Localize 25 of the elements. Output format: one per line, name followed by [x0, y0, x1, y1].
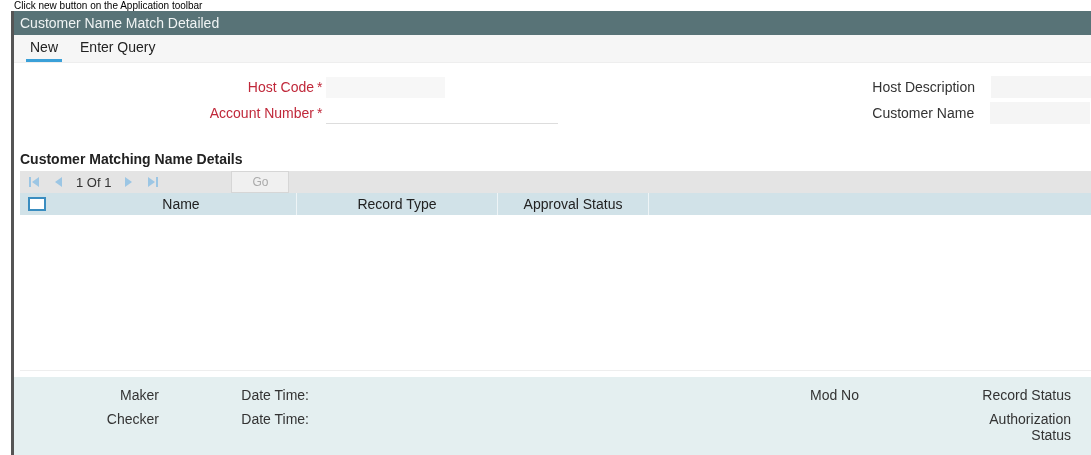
column-header[interactable]: Name: [66, 193, 297, 215]
section-title: Customer Matching Name Details: [19, 151, 244, 169]
window-title: Customer Name Match Detailed: [14, 11, 1091, 35]
field-label: Customer Name: [872, 105, 975, 121]
column-header[interactable]: Approval Status: [498, 193, 649, 215]
toolbar-tab[interactable]: New: [26, 39, 62, 62]
audit-label: Mod No: [808, 387, 860, 403]
caption-text: Click new button on the Application toolbar: [13, 0, 204, 11]
audit-label: Checker: [105, 411, 159, 429]
audit-label: Record Status: [981, 387, 1072, 403]
field-label: Account Number: [208, 105, 314, 121]
required-mark: *: [317, 105, 323, 121]
select-all-checkbox[interactable]: [28, 197, 46, 211]
field-label: Host Description: [872, 79, 975, 95]
field-label: Host Code: [246, 79, 314, 95]
toolbar-tab[interactable]: Enter Query: [76, 39, 160, 62]
audit-label: Date Time:: [240, 411, 310, 429]
audit-label: Maker: [119, 387, 159, 403]
column-header[interactable]: Record Type: [297, 193, 498, 215]
last-page-icon[interactable]: [147, 176, 160, 188]
required-mark: *: [317, 79, 323, 95]
first-page-icon[interactable]: [28, 176, 40, 188]
audit-label: Date Time:: [240, 387, 310, 403]
page-count: 1 Of 1: [76, 174, 112, 190]
audit-label: Authorization Status: [988, 411, 1072, 443]
